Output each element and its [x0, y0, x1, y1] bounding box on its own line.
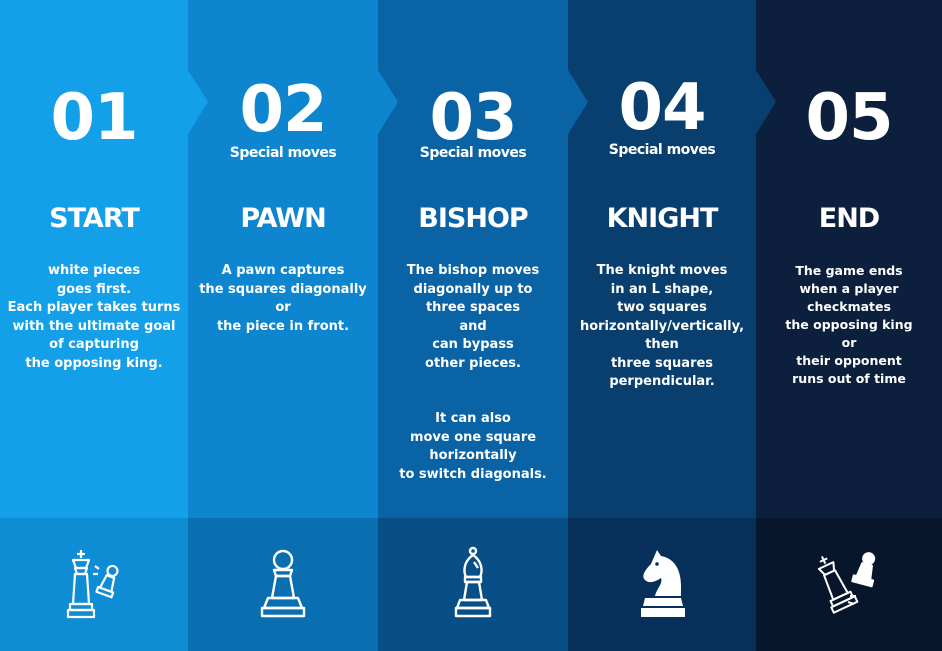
- step-heading: END: [818, 203, 880, 234]
- step-number: 02: [239, 73, 327, 147]
- step-heading: START: [49, 203, 140, 234]
- step-column-2: 02 Special moves PAWN A pawn captures th…: [188, 0, 378, 651]
- pawn-icon: [248, 546, 318, 626]
- arrow-divider: [188, 70, 208, 134]
- step-description-extra: It can also move one square horizontally…: [399, 411, 547, 482]
- step-column-4: 04 Special moves KNIGHT The knight moves…: [568, 0, 756, 651]
- step-description: The bishop moves diagonally up to three …: [406, 263, 540, 371]
- step-panel: [0, 0, 188, 518]
- step-description: white pieces goes first. Each player tak…: [7, 263, 181, 371]
- step-number: 05: [805, 81, 893, 155]
- step-footer: [378, 518, 568, 651]
- arrow-divider: [756, 70, 776, 134]
- step-number: 01: [50, 81, 138, 155]
- arrow-divider: [378, 70, 398, 134]
- checkmate-icon: [814, 546, 884, 626]
- step-description: A pawn captures the squares diagonally o…: [199, 263, 367, 334]
- step-number: 04: [618, 71, 706, 145]
- step-column-3: 03 Special moves BISHOP The bishop moves…: [378, 0, 568, 651]
- step-description: The knight moves in an L shape, two squa…: [579, 263, 745, 389]
- step-heading: PAWN: [240, 203, 326, 234]
- step-subtitle: Special moves: [229, 145, 337, 161]
- step-subtitle: Special moves: [608, 142, 716, 158]
- knight-icon: [627, 546, 697, 626]
- step-column-5: 05 END The game ends when a player check…: [756, 0, 942, 651]
- step-heading: KNIGHT: [606, 203, 719, 234]
- step-footer: [0, 518, 188, 651]
- step-panel: [756, 0, 942, 518]
- step-heading: BISHOP: [418, 203, 528, 234]
- step-number: 03: [429, 81, 517, 155]
- step-description: The game ends when a player checkmates t…: [785, 263, 913, 386]
- step-footer: [756, 518, 942, 651]
- step-column-1: 01 START white pieces goes first. Each p…: [0, 0, 188, 651]
- king-pawn-icon: [59, 546, 129, 626]
- bishop-icon: [438, 546, 508, 626]
- arrow-divider: [568, 70, 588, 134]
- step-subtitle: Special moves: [419, 145, 527, 161]
- step-footer: [568, 518, 756, 651]
- step-footer: [188, 518, 378, 651]
